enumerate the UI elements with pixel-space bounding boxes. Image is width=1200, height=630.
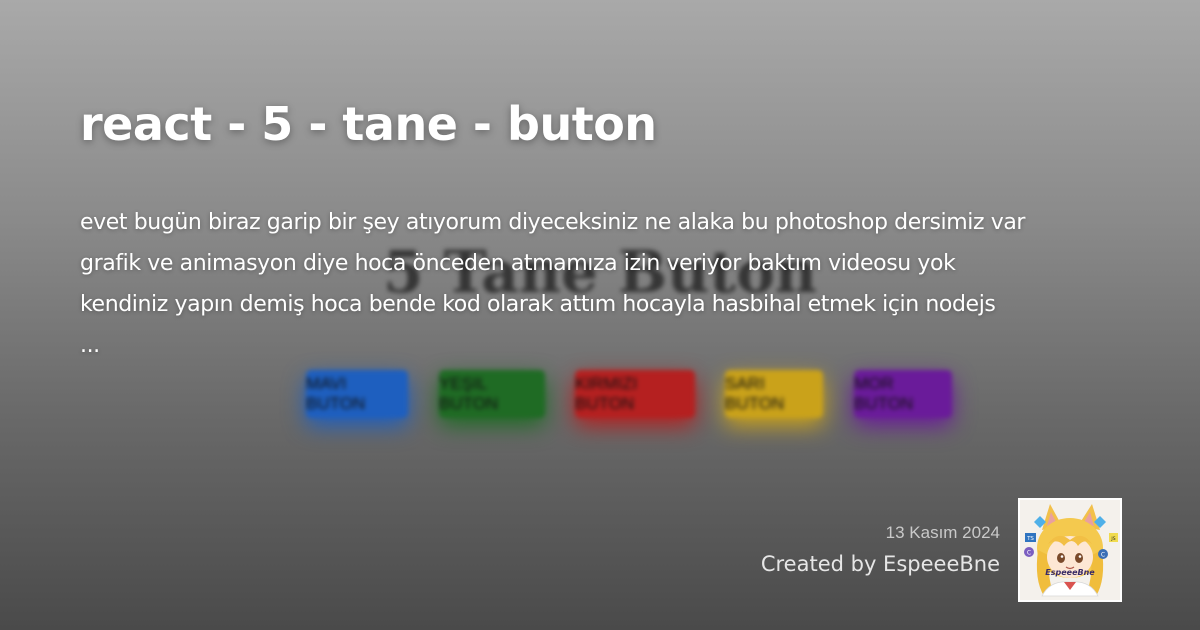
cpp-badge-label: C bbox=[1101, 552, 1105, 559]
post-excerpt: evet bugün biraz garip bir şey atıyorum … bbox=[80, 202, 1120, 366]
excerpt-ellipsis: ... bbox=[80, 333, 100, 358]
author-avatar: EspeeeBne TS JS C C bbox=[1018, 498, 1122, 602]
post-date: 13 Kasım 2024 bbox=[885, 523, 1000, 542]
preview-red-button: KIRMIZI BUTON bbox=[575, 370, 695, 418]
post-title: react - 5 - tane - buton bbox=[80, 97, 657, 151]
preview-blue-button: MAVI BUTON bbox=[306, 370, 408, 418]
typescript-badge-label: TS bbox=[1026, 536, 1034, 542]
avatar-caption: EspeeeBne bbox=[1045, 568, 1095, 577]
avatar-illustration: EspeeeBne TS JS C C bbox=[1020, 500, 1120, 600]
javascript-badge-label: JS bbox=[1110, 536, 1115, 542]
preview-green-button: YEŞIL BUTON bbox=[439, 370, 545, 418]
post-author: Created by EspeeeBne bbox=[760, 552, 1000, 576]
c-language-badge-label: C bbox=[1027, 550, 1031, 557]
excerpt-line: kendiniz yapın demiş hoca bende kod olar… bbox=[80, 292, 996, 317]
excerpt-line: evet bugün biraz garip bir şey atıyorum … bbox=[80, 210, 1026, 235]
post-meta: 13 Kasım 2024 Created by EspeeeBne bbox=[761, 522, 1000, 578]
preview-yellow-button: SARI BUTON bbox=[725, 370, 823, 418]
preview-purple-button: MOR BUTON bbox=[854, 370, 952, 418]
preview-button-row: MAVI BUTON YEŞIL BUTON KIRMIZI BUTON SAR… bbox=[0, 370, 1200, 420]
excerpt-line: grafik ve animasyon diye hoca önceden at… bbox=[80, 251, 956, 276]
